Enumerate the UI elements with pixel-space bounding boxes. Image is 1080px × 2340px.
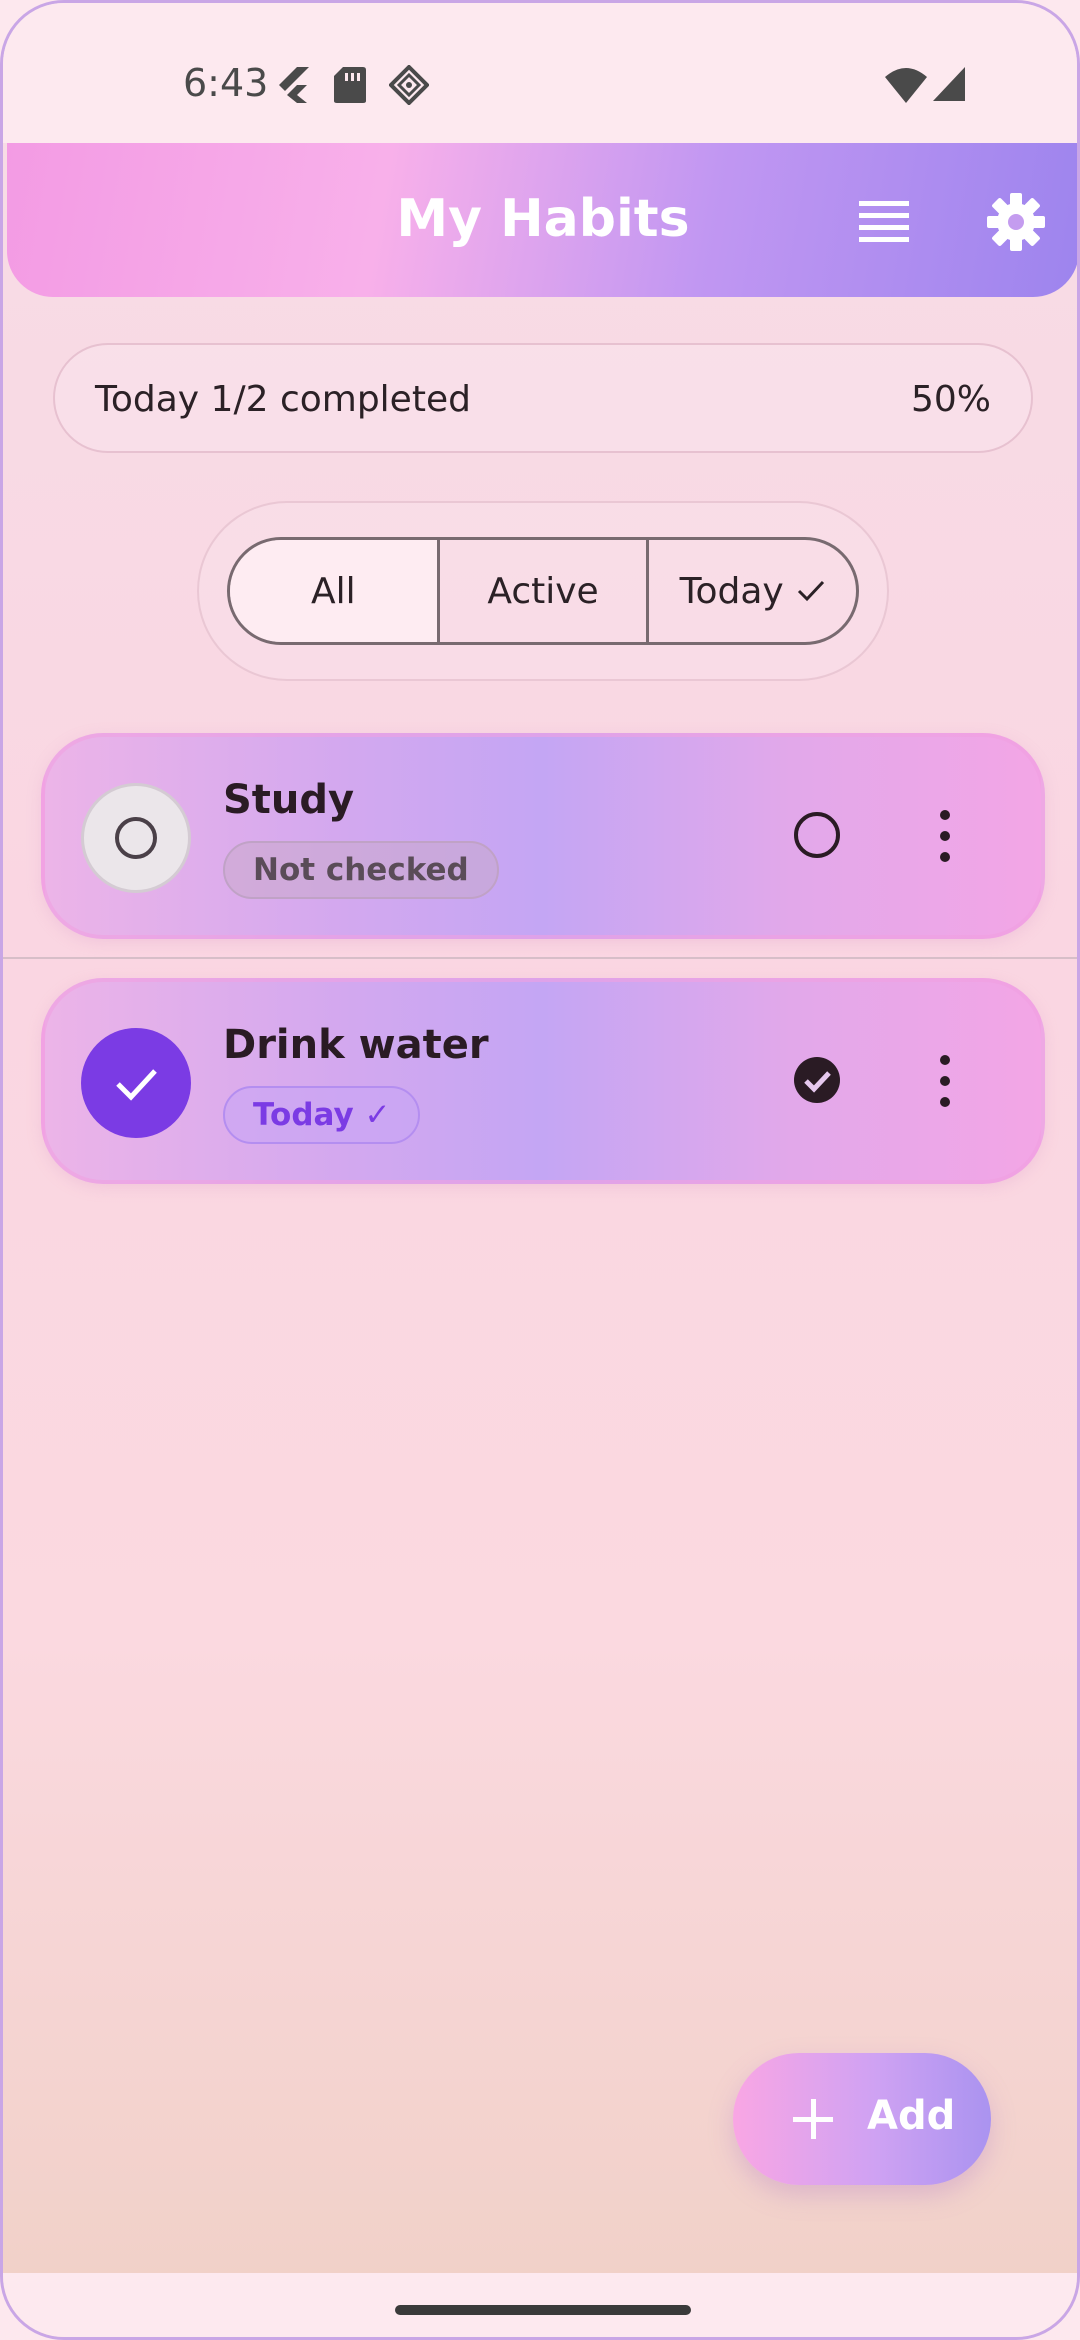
unchecked-circle-icon[interactable] [785, 803, 849, 867]
cell-signal-icon [933, 67, 965, 101]
status-badge: Not checked [223, 841, 499, 899]
filter-today[interactable]: Today [646, 540, 856, 642]
habit-title: Study [223, 777, 355, 823]
checked-circle-icon[interactable] [785, 1048, 849, 1112]
gesture-nav-bar [3, 2273, 1077, 2337]
progress-summary: Today 1/2 completed 50% [53, 343, 1033, 453]
debug-icon [389, 65, 429, 105]
list-view-icon[interactable] [849, 187, 919, 257]
filter-all-label: All [311, 570, 356, 612]
settings-icon[interactable] [981, 187, 1051, 257]
plus-icon [793, 2099, 833, 2139]
status-time: 6:43 [183, 61, 269, 105]
check-icon [116, 1069, 157, 1101]
more-vert-icon[interactable] [925, 801, 965, 871]
add-habit-button[interactable]: Add [733, 2053, 991, 2185]
filter-active-label: Active [487, 570, 599, 612]
habit-title: Drink water [223, 1022, 489, 1068]
flutter-icon [279, 67, 309, 103]
add-button-label: Add [867, 2093, 956, 2139]
home-indicator[interactable] [395, 2305, 691, 2315]
habit-status-avatar[interactable] [81, 1028, 191, 1138]
more-vert-icon[interactable] [925, 1046, 965, 1116]
checkmark-icon [797, 580, 824, 602]
summary-text: Today 1/2 completed [95, 379, 471, 420]
status-badge: Today ✓ [223, 1086, 421, 1144]
habit-card[interactable]: Drink water Today ✓ [41, 978, 1045, 1184]
status-bar: 6:43 [3, 3, 1077, 143]
filter-active[interactable]: Active [436, 540, 647, 642]
habit-status-avatar[interactable] [81, 783, 191, 893]
wifi-icon [885, 68, 927, 103]
filter-today-label: Today [679, 570, 784, 612]
divider [3, 957, 1077, 959]
circle-outline-icon [115, 817, 157, 859]
sd-card-icon [334, 67, 366, 103]
filter-all[interactable]: All [230, 540, 437, 642]
phone-frame: 6:43 My Habits Today 1/2 completed 50% A… [0, 0, 1080, 2340]
filter-segmented-control: All Active Today [227, 537, 859, 645]
summary-percent: 50% [910, 379, 991, 420]
app-header: My Habits [7, 143, 1077, 297]
habit-card[interactable]: Study Not checked [41, 733, 1045, 939]
